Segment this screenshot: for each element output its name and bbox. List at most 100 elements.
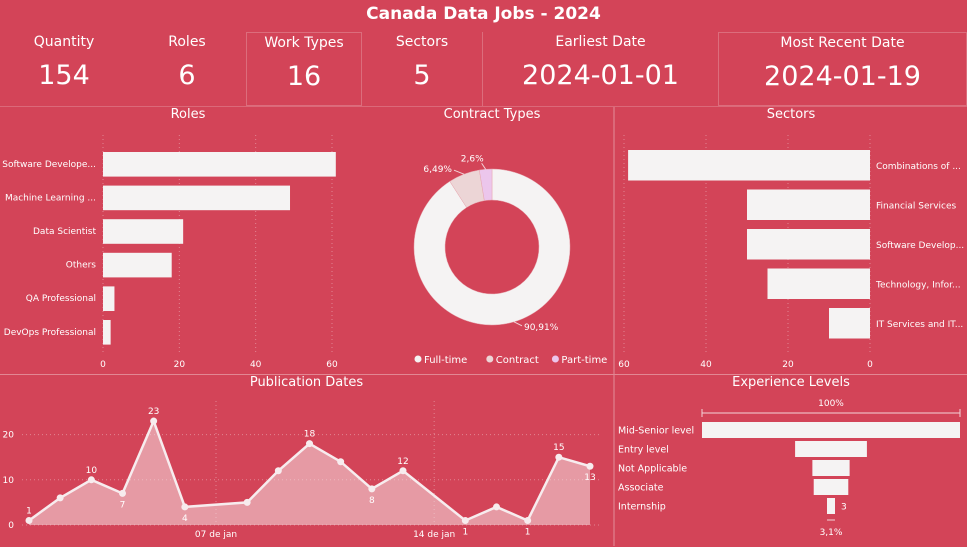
kpi-label: Work Types — [264, 35, 344, 51]
bar — [103, 320, 111, 345]
data-point — [56, 494, 64, 502]
y-tick-label: 0 — [8, 521, 14, 531]
data-label: 13 — [584, 473, 595, 483]
category-label: Internship — [618, 502, 666, 513]
experience-funnel-chart[interactable]: 100% Mid-Senior level Entry level Not Appli… — [615, 395, 967, 547]
data-label: 1 — [26, 506, 32, 516]
experience-chart-title: Experience Levels — [732, 375, 850, 390]
roles-chart-title: Roles — [170, 107, 206, 122]
kpi-work-types[interactable]: Work Types 16 — [246, 32, 362, 106]
kpi-roles[interactable]: Roles 6 — [128, 32, 246, 106]
data-label: 2,6% — [461, 154, 484, 164]
legend-marker — [551, 355, 559, 363]
data-label: 90,91% — [524, 323, 559, 333]
contract-chart-title: Contract Types — [443, 107, 541, 122]
data-point — [461, 516, 469, 524]
x-tick-label: 40 — [250, 360, 262, 370]
bar — [103, 286, 115, 311]
data-label: 15 — [553, 443, 564, 453]
kpi-label: Earliest Date — [555, 34, 646, 50]
data-point — [399, 467, 407, 475]
data-label: 18 — [304, 430, 316, 440]
contract-donut-chart[interactable]: 90,91% 6,49% 2,6% Full-time Contract Part-tim… — [376, 127, 612, 375]
legend-label: Full-time — [424, 355, 467, 366]
data-point — [150, 417, 158, 425]
category-label: QA Professional — [26, 294, 96, 304]
kpi-value: 6 — [178, 60, 196, 91]
category-label: Machine Learning ... — [5, 193, 96, 203]
category-label: Data Scientist — [33, 227, 96, 237]
category-label: IT Services and IT... — [876, 320, 963, 330]
top-percent-label: 100% — [818, 399, 844, 409]
data-point — [25, 516, 33, 524]
x-tick-label: 20 — [174, 360, 186, 370]
x-tick-label: 60 — [326, 360, 338, 370]
data-label: 12 — [397, 457, 408, 467]
data-point — [493, 503, 500, 511]
category-label: Financial Services — [876, 201, 957, 211]
kpi-value: 2024-01-01 — [522, 60, 679, 91]
data-label: 8 — [369, 496, 375, 506]
legend-label: Part-time — [561, 355, 607, 366]
category-label: Associate — [618, 483, 664, 494]
category-label: Technology, Infor... — [875, 280, 961, 290]
data-point — [119, 489, 126, 497]
kpi-sectors[interactable]: Sectors 5 — [362, 32, 482, 106]
kpi-value: 2024-01-19 — [764, 61, 921, 92]
data-point — [181, 503, 189, 511]
roles-contract-panel: Roles Contract Types 0 20 40 60 Software Dev… — [0, 106, 614, 375]
legend-marker — [486, 355, 494, 363]
category-label: Software Develope... — [2, 160, 96, 170]
data-label: 6,49% — [423, 165, 452, 175]
x-tick-label: 14 de jan — [413, 530, 455, 540]
data-label: 7 — [120, 500, 126, 510]
sectors-chart-title: Sectors — [766, 107, 816, 122]
bar — [103, 252, 172, 278]
category-label: Others — [66, 261, 97, 271]
kpi-value: 154 — [38, 60, 90, 91]
kpi-label: Sectors — [395, 34, 449, 50]
leader-line — [453, 169, 465, 175]
sectors-panel: Sectors 60 40 20 0 Combinations of ... Financ… — [614, 106, 967, 375]
bar — [767, 268, 870, 299]
data-label: 23 — [148, 407, 159, 417]
legend-marker — [414, 355, 422, 363]
dashboard-title: Canada Data Jobs - 2024 — [366, 4, 601, 24]
kpi-most-recent-date[interactable]: Most Recent Date 2024-01-19 — [718, 32, 967, 106]
sectors-bar-chart[interactable]: 60 40 20 0 Combinations of ... Financial Serv… — [615, 127, 967, 375]
data-label: 1 — [525, 527, 531, 537]
data-point — [337, 458, 345, 466]
funnel-bar — [813, 479, 849, 495]
bar — [103, 219, 184, 244]
data-label: 3 — [841, 503, 847, 513]
roles-bar-chart[interactable]: 0 20 40 60 Software Develope... Machine Learn… — [0, 127, 376, 375]
bar — [829, 308, 870, 339]
data-point — [368, 485, 376, 493]
data-label: 4 — [182, 514, 188, 524]
legend-label: Contract — [496, 355, 539, 366]
x-tick-label: 20 — [782, 360, 794, 370]
data-point — [243, 498, 251, 506]
x-tick-label: 07 de jan — [195, 530, 237, 540]
kpi-label: Roles — [168, 34, 206, 50]
x-tick-label: 0 — [100, 360, 106, 370]
category-label: Software Develop... — [876, 241, 964, 251]
publication-panel: Publication Dates 0 10 20 07 de jan 14 de ja… — [0, 374, 614, 546]
x-tick-label: 0 — [867, 360, 873, 370]
data-point — [524, 516, 532, 524]
kpi-quantity[interactable]: Quantity 154 — [0, 32, 128, 106]
category-label: Mid-Senior level — [618, 426, 694, 437]
publication-area-chart[interactable]: 0 10 20 07 de jan 14 de jan 1 10 7 23 4 18 8 12 1 1 15 1… — [0, 395, 612, 547]
data-point — [555, 453, 563, 461]
data-point — [306, 440, 313, 448]
category-label: DevOps Professional — [4, 328, 96, 338]
x-tick-label: 60 — [618, 360, 630, 370]
kpi-earliest-date[interactable]: Earliest Date 2024-01-01 — [482, 32, 718, 106]
y-tick-label: 20 — [3, 431, 15, 441]
bar — [628, 150, 870, 181]
data-point — [586, 462, 594, 470]
category-label: Entry level — [618, 445, 669, 456]
data-point — [274, 467, 282, 475]
bottom-percent-label: 3,1% — [820, 528, 843, 538]
category-label: Combinations of ... — [876, 162, 961, 172]
